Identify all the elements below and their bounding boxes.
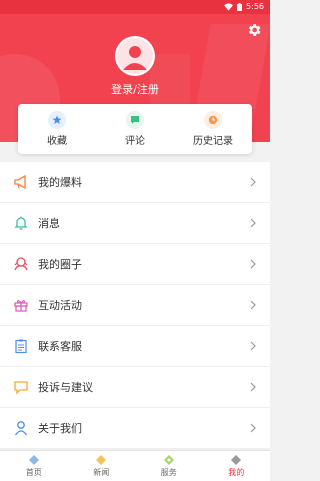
tab-label: 我的: [228, 468, 245, 477]
favorites-label: 收藏: [47, 136, 67, 147]
battery-icon: [237, 2, 243, 11]
chevron-right-icon: [250, 218, 256, 228]
clipboard-icon: [12, 337, 30, 355]
chevron-right-icon: [250, 423, 256, 433]
menu-item-label: 我的爆料: [38, 176, 82, 189]
user-avatar-icon: [117, 38, 153, 74]
login-register-link[interactable]: 登录/注册: [0, 81, 270, 97]
settings-gear-icon[interactable]: [246, 22, 262, 38]
favorites-button[interactable]: 收藏: [18, 104, 96, 154]
chevron-right-icon: [250, 300, 256, 310]
menu-item-label: 联系客服: [38, 340, 82, 353]
tab-label: 服务: [160, 468, 177, 477]
tab-services[interactable]: 服务: [135, 451, 203, 481]
menu-item-my-tips[interactable]: 我的爆料: [0, 162, 270, 203]
status-time: 5:56: [246, 2, 264, 11]
history-button[interactable]: 历史记录: [174, 104, 252, 154]
menu-list: 我的爆料 消息 我的圈子 互动活动 联系客服 投诉与建议 关于我们: [0, 162, 270, 449]
circle-group-icon: [12, 255, 30, 273]
mine-icon: [231, 455, 242, 465]
chevron-right-icon: [250, 177, 256, 187]
home-icon: [28, 455, 39, 465]
menu-item-my-circles[interactable]: 我的圈子: [0, 244, 270, 285]
comments-button[interactable]: 评论: [96, 104, 174, 154]
menu-item-label: 消息: [38, 217, 60, 230]
menu-item-label: 投诉与建议: [38, 381, 93, 394]
menu-item-label: 我的圈子: [38, 258, 82, 271]
menu-item-label: 互动活动: [38, 299, 82, 312]
chevron-right-icon: [250, 382, 256, 392]
tab-label: 新闻: [93, 468, 110, 477]
news-icon: [96, 455, 107, 465]
menu-item-about-us[interactable]: 关于我们: [0, 408, 270, 449]
bottom-tab-bar: 首页 新闻 服务 我的: [0, 450, 270, 481]
avatar[interactable]: [115, 36, 155, 76]
menu-item-messages[interactable]: 消息: [0, 203, 270, 244]
bell-icon: [12, 214, 30, 232]
history-icon: [204, 111, 222, 129]
status-bar: 5:56: [0, 0, 270, 14]
services-icon: [163, 455, 174, 465]
menu-item-complaints[interactable]: 投诉与建议: [0, 367, 270, 408]
chevron-right-icon: [250, 259, 256, 269]
history-label: 历史记录: [193, 136, 233, 147]
tab-mine[interactable]: 我的: [203, 451, 271, 481]
tab-news[interactable]: 新闻: [68, 451, 136, 481]
chevron-right-icon: [250, 341, 256, 351]
comment-icon: [126, 111, 144, 129]
gift-icon: [12, 296, 30, 314]
comments-label: 评论: [125, 136, 145, 147]
quick-actions-card: 收藏 评论 历史记录: [18, 104, 252, 154]
tab-home[interactable]: 首页: [0, 451, 68, 481]
megaphone-icon: [12, 173, 30, 191]
menu-item-activities[interactable]: 互动活动: [0, 285, 270, 326]
person-icon: [12, 419, 30, 437]
chat-bubble-icon: [12, 378, 30, 396]
star-icon: [48, 111, 66, 129]
wifi-icon: [224, 2, 234, 11]
menu-item-customer-service[interactable]: 联系客服: [0, 326, 270, 367]
menu-item-label: 关于我们: [38, 422, 82, 435]
tab-label: 首页: [25, 468, 42, 477]
